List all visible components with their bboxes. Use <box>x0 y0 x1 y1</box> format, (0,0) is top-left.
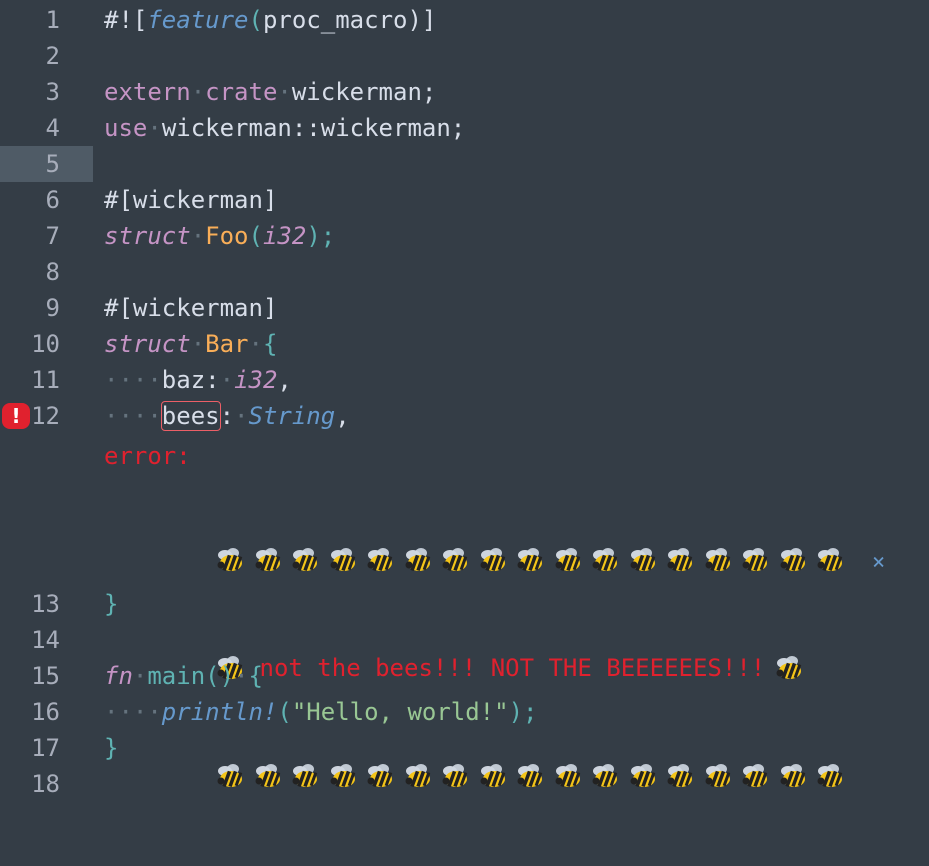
bee-icon <box>254 546 286 574</box>
line-code: struct·Foo(i32); <box>104 222 336 250</box>
code-line[interactable]: 17 } <box>0 730 929 766</box>
code-line[interactable]: 9 #[wickerman] <box>0 290 929 326</box>
line-code: ····baz:·i32, <box>104 366 292 394</box>
code-line[interactable]: 6 #[wickerman] <box>0 182 929 218</box>
code-line-active[interactable]: 5 <box>0 146 929 182</box>
code-line[interactable]: 15 fn·main()·{ <box>0 658 929 694</box>
line-code: fn·main()·{ <box>104 662 263 690</box>
line-number: 5 <box>45 150 60 178</box>
bee-icon <box>704 546 736 574</box>
bee-icon <box>291 546 323 574</box>
bee-icon <box>629 546 661 574</box>
code-line[interactable]: 4 use·wickerman::wickerman; <box>0 110 929 146</box>
code-line-error[interactable]: ! 12 ····bees:·String, <box>0 398 929 434</box>
line-number: 3 <box>45 78 60 106</box>
error-label: error: <box>104 442 191 470</box>
line-number: 8 <box>45 258 60 286</box>
line-number: 15 <box>31 662 60 690</box>
bee-icon <box>366 546 398 574</box>
bee-icon <box>779 546 811 574</box>
line-number: 11 <box>31 366 60 394</box>
line-code: ····bees:·String, <box>104 401 350 431</box>
line-code: } <box>104 590 119 618</box>
error-highlight[interactable]: bees <box>160 401 221 431</box>
bee-icon <box>554 546 586 574</box>
bee-icon <box>516 546 548 574</box>
bee-icon <box>666 546 698 574</box>
bee-icon <box>741 546 773 574</box>
line-number: 16 <box>31 698 60 726</box>
bee-icon <box>441 546 473 574</box>
line-number: 1 <box>45 6 60 34</box>
bee-icon <box>329 546 361 574</box>
close-error-icon[interactable]: × <box>872 548 885 578</box>
code-line[interactable]: 2 <box>0 38 929 74</box>
bee-icon <box>216 546 248 574</box>
line-number: 7 <box>45 222 60 250</box>
code-line[interactable]: 14 <box>0 622 929 658</box>
line-code: use·wickerman::wickerman; <box>104 114 466 142</box>
line-number: 14 <box>31 626 60 654</box>
code-line[interactable]: 16 ····println!("Hello, world!"); <box>0 694 929 730</box>
code-line[interactable]: 3 extern·crate·wickerman; <box>0 74 929 110</box>
line-number: 17 <box>31 734 60 762</box>
code-line[interactable]: 11 ····baz:·i32, <box>0 362 929 398</box>
code-line[interactable]: 8 <box>0 254 929 290</box>
code-line[interactable]: 10 struct·Bar·{ <box>0 326 929 362</box>
line-code: ····println!("Hello, world!"); <box>104 698 538 726</box>
line-code: #[wickerman] <box>104 186 278 214</box>
feature-keyword: feature <box>147 6 249 34</box>
line-code: #![feature(proc_macro)] <box>104 6 437 34</box>
line-number: 9 <box>45 294 60 322</box>
line-code: extern·crate·wickerman; <box>104 78 437 106</box>
line-code: } <box>104 734 119 762</box>
line-number: 10 <box>31 330 60 358</box>
line-number: 18 <box>31 770 60 798</box>
line-code: #[wickerman] <box>104 294 278 322</box>
bee-icon <box>591 546 623 574</box>
bee-icon <box>479 546 511 574</box>
line-number: 4 <box>45 114 60 142</box>
line-code: struct·Bar·{ <box>104 330 278 358</box>
bee-icon <box>404 546 436 574</box>
bee-icon <box>816 546 848 574</box>
code-line[interactable]: 7 struct·Foo(i32); <box>0 218 929 254</box>
code-line[interactable]: 13 } <box>0 586 929 622</box>
line-number: 12 <box>31 402 60 430</box>
line-number: 2 <box>45 42 60 70</box>
bee-row-top <box>216 542 854 578</box>
line-number: 6 <box>45 186 60 214</box>
line-number: 13 <box>31 590 60 618</box>
code-line[interactable]: 18 <box>0 766 929 802</box>
code-editor[interactable]: 1 #![feature(proc_macro)] 2 3 extern·cra… <box>0 0 929 824</box>
code-line[interactable]: 1 #![feature(proc_macro)] <box>0 2 929 38</box>
